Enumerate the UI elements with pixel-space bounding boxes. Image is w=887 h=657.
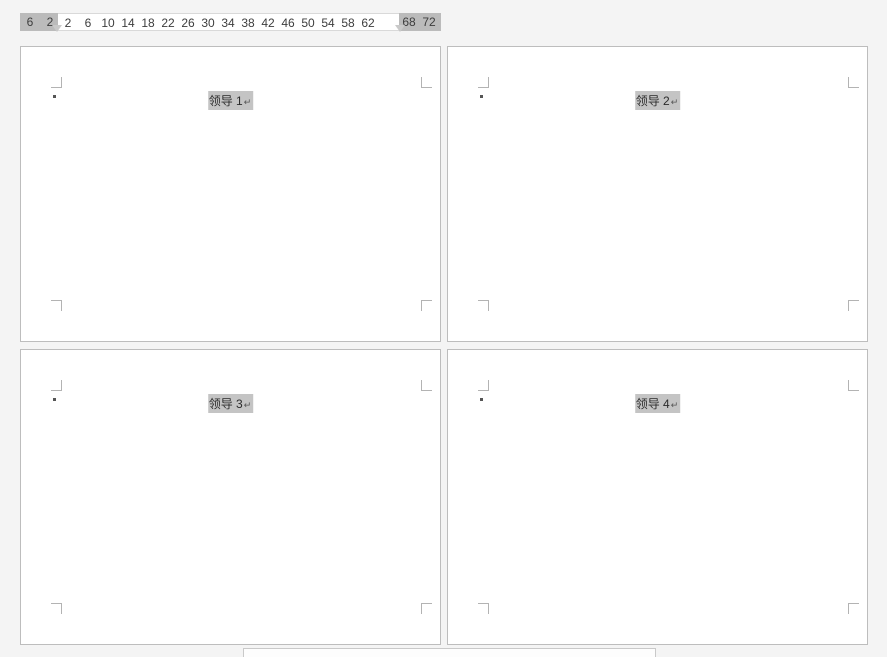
right-indent-marker-icon[interactable]: [395, 25, 405, 32]
heading-text: 领导 2: [636, 94, 670, 108]
crop-mark-icon: [51, 603, 62, 614]
ruler-tick: 6: [78, 14, 98, 31]
page-heading[interactable]: 领导 3↵: [208, 394, 254, 413]
ruler-tick: 26: [178, 14, 198, 31]
ruler-tick: 46: [278, 14, 298, 31]
crop-mark-icon: [478, 380, 489, 391]
crop-mark-icon: [421, 77, 432, 88]
ruler-body: 261014182226303438424650545862: [58, 13, 399, 31]
document-page-3[interactable]: 领导 3↵: [20, 349, 441, 645]
document-page-1[interactable]: 领导 1↵: [20, 46, 441, 342]
anchor-dot-icon: [480, 95, 483, 98]
heading-text: 领导 1: [209, 94, 243, 108]
ruler-tick: 6: [20, 13, 40, 31]
ruler-tick: 38: [238, 14, 258, 31]
page-heading[interactable]: 领导 1↵: [208, 91, 254, 110]
paragraph-mark-icon: ↵: [243, 97, 252, 107]
ruler-tick: 72: [419, 13, 439, 31]
crop-mark-icon: [848, 380, 859, 391]
crop-mark-icon: [848, 300, 859, 311]
crop-mark-icon: [478, 77, 489, 88]
crop-mark-icon: [51, 380, 62, 391]
first-line-indent-marker-icon[interactable]: [52, 25, 62, 32]
ruler-tick: 58: [338, 14, 358, 31]
ruler-right-margin: 6872: [399, 13, 441, 31]
crop-mark-icon: [848, 603, 859, 614]
ruler-tick: 18: [138, 14, 158, 31]
ruler-tick: 50: [298, 14, 318, 31]
crop-mark-icon: [51, 77, 62, 88]
crop-mark-icon: [848, 77, 859, 88]
anchor-dot-icon: [53, 95, 56, 98]
paragraph-mark-icon: ↵: [243, 400, 252, 410]
ruler-tick: 34: [218, 14, 238, 31]
document-page-2[interactable]: 领导 2↵: [447, 46, 868, 342]
ruler-tick: 54: [318, 14, 338, 31]
page-heading[interactable]: 领导 4↵: [635, 394, 681, 413]
page-heading[interactable]: 领导 2↵: [635, 91, 681, 110]
heading-text: 领导 3: [209, 397, 243, 411]
anchor-dot-icon: [53, 398, 56, 401]
heading-text: 领导 4: [636, 397, 670, 411]
ruler-tick: 30: [198, 14, 218, 31]
status-bar-slot: [243, 648, 656, 657]
ruler-tick: 62: [358, 14, 378, 31]
crop-mark-icon: [421, 603, 432, 614]
title-bar-placeholder: [0, 0, 887, 14]
document-page-4[interactable]: 领导 4↵: [447, 349, 868, 645]
crop-mark-icon: [51, 300, 62, 311]
horizontal-ruler[interactable]: 62 261014182226303438424650545862 6872: [0, 13, 887, 31]
ruler-tick: 42: [258, 14, 278, 31]
document-workspace[interactable]: 领导 1↵ 领导 2↵ 领导 3↵ 领导 4↵: [0, 42, 887, 657]
ruler-tick: 22: [158, 14, 178, 31]
crop-mark-icon: [478, 603, 489, 614]
crop-mark-icon: [421, 380, 432, 391]
paragraph-mark-icon: ↵: [670, 97, 679, 107]
crop-mark-icon: [478, 300, 489, 311]
paragraph-mark-icon: ↵: [670, 400, 679, 410]
ruler-tick: 14: [118, 14, 138, 31]
crop-mark-icon: [421, 300, 432, 311]
ruler-tick: 10: [98, 14, 118, 31]
anchor-dot-icon: [480, 398, 483, 401]
